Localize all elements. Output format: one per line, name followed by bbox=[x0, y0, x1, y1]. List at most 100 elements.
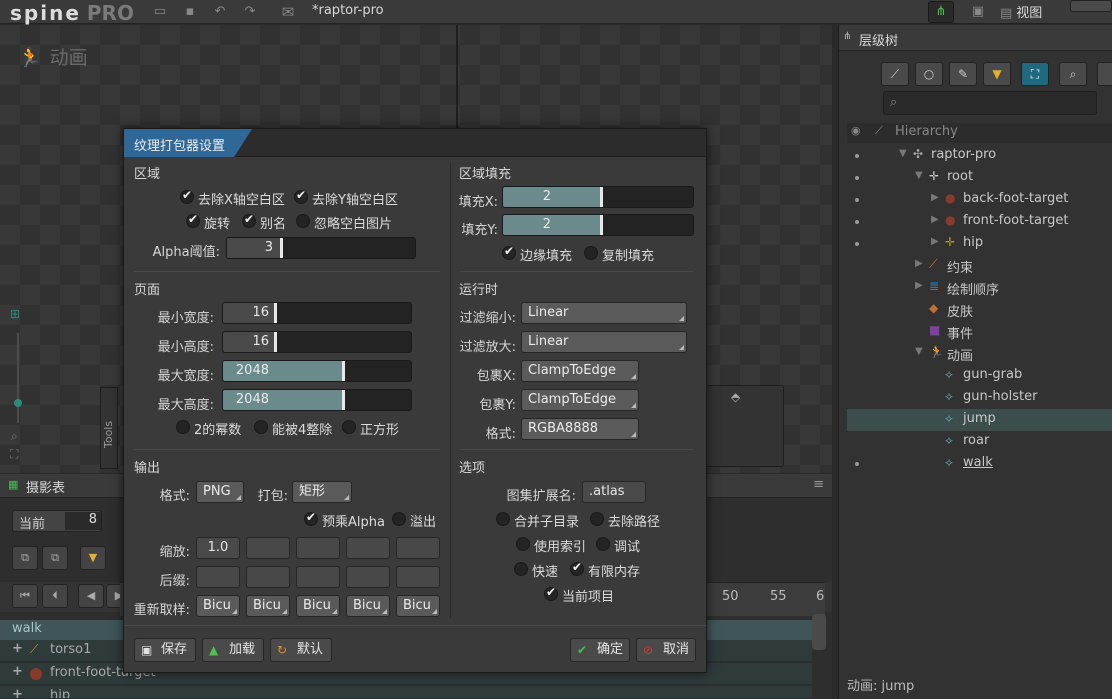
output-format-dropdown[interactable]: PNG bbox=[196, 481, 244, 503]
alpha-threshold-value[interactable]: 3 bbox=[227, 240, 273, 255]
tree-item-皮肤[interactable]: ◆ 皮肤 bbox=[847, 299, 1112, 321]
visibility-dot[interactable] bbox=[855, 198, 859, 202]
suffix-input-4[interactable] bbox=[346, 566, 390, 588]
tree-item-约束[interactable]: ▶ ⟋ 约束 bbox=[847, 255, 1112, 277]
expand-icon[interactable]: + bbox=[12, 687, 23, 698]
tree-item-绘制顺序[interactable]: ▶ ≣ 绘制顺序 bbox=[847, 277, 1112, 299]
min-width-value[interactable]: 16 bbox=[223, 305, 269, 320]
expand-icon[interactable]: + bbox=[12, 664, 23, 679]
min-height-slider[interactable]: 16 bbox=[222, 331, 412, 353]
filter-min-dropdown[interactable]: Linear bbox=[521, 302, 687, 324]
tree-item-jump[interactable]: ⟡ jump bbox=[847, 409, 1112, 431]
visibility-dot[interactable] bbox=[855, 242, 859, 246]
search-tool-icon[interactable]: ⌕ bbox=[1059, 62, 1087, 86]
paste-icon[interactable]: ⧉ bbox=[42, 546, 68, 570]
resample-dropdown-1[interactable]: Bicu bbox=[196, 595, 240, 617]
save-icon[interactable]: ▪ bbox=[182, 4, 198, 20]
max-width-value[interactable]: 2048 bbox=[223, 363, 269, 378]
max-height-value[interactable]: 2048 bbox=[223, 392, 269, 407]
padding-y-slider[interactable]: 2 bbox=[502, 214, 694, 236]
scale-input-4[interactable] bbox=[346, 537, 390, 559]
timeline-scrollbar[interactable] bbox=[812, 614, 826, 650]
first-frame-icon[interactable]: ⏮ bbox=[12, 584, 38, 608]
redo-icon[interactable]: ↷ bbox=[242, 4, 258, 20]
min-height-value[interactable]: 16 bbox=[223, 334, 269, 349]
current-frame-input[interactable]: 8 bbox=[65, 512, 101, 530]
dialog-titlebar[interactable]: 纹理打包器设置 bbox=[124, 129, 706, 157]
max-height-slider[interactable]: 2048 bbox=[222, 389, 412, 411]
padding-x-slider[interactable]: 2 bbox=[502, 186, 694, 208]
tree-item-raptor-pro[interactable]: ▼ ✣ raptor-pro bbox=[847, 145, 1112, 167]
collapse-arrow-icon[interactable]: ▼ bbox=[915, 346, 923, 357]
hierarchy-tab[interactable]: ⋔ 层级树 bbox=[839, 25, 1112, 51]
expand-arrow-icon[interactable]: ▶ bbox=[915, 258, 923, 269]
focus-icon[interactable]: ⛶ bbox=[1021, 62, 1049, 86]
timeline-row[interactable]: + hip bbox=[0, 686, 812, 699]
tree-item-动画[interactable]: ▼ 🏃 动画 bbox=[847, 343, 1112, 365]
visibility-dot[interactable] bbox=[855, 462, 859, 466]
resample-dropdown-3[interactable]: Bicu bbox=[296, 595, 340, 617]
wrap-y-dropdown[interactable]: ClampToEdge bbox=[521, 389, 639, 411]
circle-filter-icon[interactable]: ○ bbox=[915, 62, 943, 86]
tree-item-gun-holster[interactable]: ⟡ gun-holster bbox=[847, 387, 1112, 409]
expand-arrow-icon[interactable]: ▶ bbox=[915, 280, 923, 291]
collapse-arrow-icon[interactable]: ▼ bbox=[915, 170, 923, 181]
undo-icon[interactable]: ↶ bbox=[212, 4, 228, 20]
zoom-knob[interactable] bbox=[14, 399, 22, 407]
tree-item-back-foot-target[interactable]: ▶ ● back-foot-target bbox=[847, 189, 1112, 211]
visibility-dot[interactable] bbox=[855, 176, 859, 180]
packing-dropdown[interactable]: 矩形 bbox=[292, 481, 352, 503]
alpha-threshold-slider[interactable]: 3 bbox=[226, 237, 416, 259]
prev-frame-icon[interactable]: ⏴ bbox=[42, 584, 68, 608]
panel-menu-icon[interactable]: ≡ bbox=[813, 477, 824, 492]
save-button[interactable]: ▣ 保存 bbox=[134, 638, 196, 662]
visibility-dot[interactable] bbox=[855, 154, 859, 158]
bone-filter-icon[interactable]: ⟋ bbox=[881, 62, 909, 86]
resample-dropdown-2[interactable]: Bicu bbox=[246, 595, 290, 617]
resample-dropdown-5[interactable]: Bicu bbox=[396, 595, 440, 617]
zoom-search-icon[interactable]: ⌕ bbox=[11, 429, 18, 444]
tree-item-gun-grab[interactable]: ⟡ gun-grab bbox=[847, 365, 1112, 387]
tree-item-root[interactable]: ▼ ✛ root bbox=[847, 167, 1112, 189]
tree-item-walk[interactable]: ⟡ walk bbox=[847, 453, 1112, 475]
padding-x-value[interactable]: 2 bbox=[503, 189, 551, 204]
tree-item-roar[interactable]: ⟡ roar bbox=[847, 431, 1112, 453]
expand-arrow-icon[interactable]: ▶ bbox=[931, 214, 939, 225]
mail-icon[interactable]: ✉ bbox=[280, 4, 296, 20]
bone-link-icon[interactable]: ⟋ bbox=[875, 124, 883, 138]
visibility-icon[interactable]: ◉ bbox=[851, 124, 861, 137]
window-icon[interactable]: ▣ bbox=[970, 4, 986, 20]
filter-mag-dropdown[interactable]: Linear bbox=[521, 331, 687, 353]
more-icon[interactable] bbox=[1097, 62, 1112, 86]
min-width-slider[interactable]: 16 bbox=[222, 302, 412, 324]
tree-item-事件[interactable]: ■ 事件 bbox=[847, 321, 1112, 343]
copy-icon[interactable]: ⧉ bbox=[12, 546, 38, 570]
fit-view-icon[interactable]: ⛶ bbox=[10, 447, 18, 462]
hierarchy-search-input[interactable]: ⌕ bbox=[883, 91, 1097, 115]
view-menu[interactable]: ▤ 视图 bbox=[1000, 2, 1042, 22]
load-button[interactable]: ▲ 加载 bbox=[202, 638, 264, 662]
padding-y-value[interactable]: 2 bbox=[503, 217, 551, 232]
expand-arrow-icon[interactable]: ▶ bbox=[931, 236, 939, 247]
cancel-button[interactable]: ⊘ 取消 bbox=[636, 638, 696, 662]
zoom-slider[interactable]: ⊞ ⌕ ⛶ bbox=[8, 303, 28, 463]
pen-filter-icon[interactable]: ✎ bbox=[949, 62, 977, 86]
zoom-fit-icon[interactable]: ⊞ bbox=[10, 307, 20, 321]
tree-view-toggle-icon[interactable]: ⋔ bbox=[928, 1, 954, 23]
suffix-input-2[interactable] bbox=[246, 566, 290, 588]
max-width-slider[interactable]: 2048 bbox=[222, 360, 412, 382]
tree-item-front-foot-target[interactable]: ▶ ● front-foot-target bbox=[847, 211, 1112, 233]
suffix-input-3[interactable] bbox=[296, 566, 340, 588]
suffix-input-5[interactable] bbox=[396, 566, 440, 588]
expand-icon[interactable]: + bbox=[12, 641, 23, 656]
suffix-input-1[interactable] bbox=[196, 566, 240, 588]
tag-icon[interactable]: ⬘ bbox=[731, 390, 740, 404]
wrap-x-dropdown[interactable]: ClampToEdge bbox=[521, 360, 639, 382]
scale-input-5[interactable] bbox=[396, 537, 440, 559]
window-controls[interactable] bbox=[1070, 0, 1112, 12]
scale-input-2[interactable] bbox=[246, 537, 290, 559]
filter-icon[interactable]: ▼ bbox=[80, 546, 106, 570]
play-reverse-icon[interactable]: ◀ bbox=[78, 584, 104, 608]
tree-item-hip[interactable]: ▶ ✛ hip bbox=[847, 233, 1112, 255]
default-button[interactable]: ↻ 默认 bbox=[270, 638, 332, 662]
